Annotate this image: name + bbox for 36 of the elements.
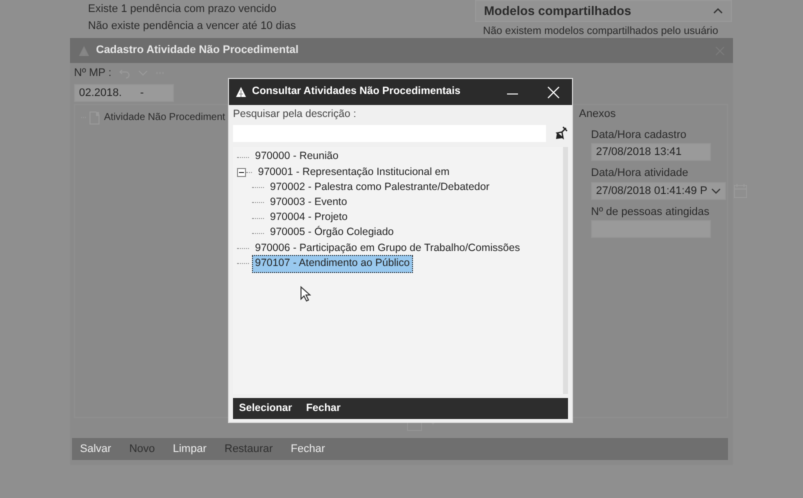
logo-icon <box>78 44 90 56</box>
tree-item[interactable]: 970006 - Participação em Grupo de Trabalho/Comissões <box>252 240 523 258</box>
datetime-field[interactable]: 27/08/2018 01:41:49 P <box>591 182 726 200</box>
shared-models-header[interactable]: Modelos compartilhados <box>475 0 732 22</box>
notice-text: Não existe pendência a vencer até 10 dias <box>88 19 297 34</box>
notice-text: Existe 1 pendência com prazo vencido <box>88 2 278 17</box>
search-label: Pesquisar pela descrição : <box>233 107 358 122</box>
empty-message: Não existem modelos compartilhados pelo usuário <box>482 24 720 37</box>
mp-field[interactable]: 02.2018. - <box>74 84 174 102</box>
tree-item[interactable]: 970001 - Representação Institucional em <box>255 164 452 182</box>
tree-item[interactable]: 970107 - Atendimento ao Público <box>252 254 413 273</box>
field-label: Nº de pessoas atingidas <box>590 204 710 220</box>
dialog-button[interactable]: Selecionar <box>239 400 292 416</box>
field-label: Data/Hora atividade <box>590 166 690 181</box>
dropdown-icon <box>711 188 722 194</box>
broom-icon <box>554 126 568 140</box>
close-icon <box>547 86 560 98</box>
logo-icon <box>235 86 247 98</box>
field-label: Nº MP : <box>74 66 112 81</box>
tree-item[interactable]: 970000 - Reunião <box>252 148 342 166</box>
toolbar-button[interactable]: Salvar <box>80 440 122 458</box>
window-title: Cadastro Atividade Não Procedimental <box>96 43 299 58</box>
tree-item[interactable]: 970003 - Evento <box>267 194 350 212</box>
dialog-title: Consultar Atividades Não Procedimentais <box>252 84 460 100</box>
expander-icon[interactable] <box>237 168 246 178</box>
tree-item[interactable]: 970004 - Projeto <box>267 209 351 227</box>
toolbar-button[interactable]: Limpar <box>172 440 216 458</box>
text-field[interactable]: 27/08/2018 13:41 <box>591 143 711 161</box>
tree-item[interactable]: Atividade Não Procediment <box>104 110 226 125</box>
dialog-button[interactable]: Fechar <box>306 400 341 416</box>
toolbar-button[interactable]: Fechar <box>290 440 336 458</box>
tree-item[interactable]: 970002 - Palestra como Palestrante/Debatedor <box>267 178 492 197</box>
tab[interactable]: Anexos <box>579 106 727 122</box>
field-label: Data/Hora cadastro <box>590 128 688 142</box>
mouse-cursor-icon <box>300 286 311 302</box>
tree-item[interactable]: 970005 - Órgão Colegiado <box>267 224 397 242</box>
